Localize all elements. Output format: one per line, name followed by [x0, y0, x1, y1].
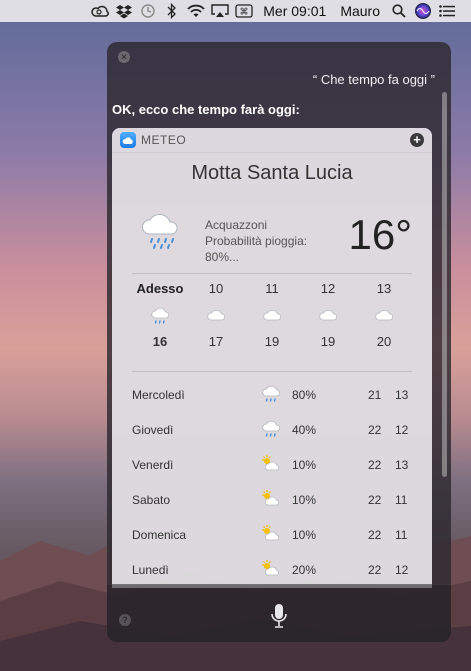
- add-to-notification-center-button[interactable]: +: [410, 133, 424, 147]
- daily-row: Domenica 10% 22 11: [132, 518, 412, 553]
- day-name: Venerdì: [132, 458, 174, 472]
- hour-temp: 17: [208, 334, 224, 349]
- rain-cloud-icon: [132, 306, 188, 326]
- menubar-user[interactable]: Mauro: [333, 0, 387, 22]
- input-source-glyph: ⌘: [240, 8, 249, 18]
- day-name: Lunedì: [132, 563, 169, 577]
- menu-bar: ⌘ Mer 09:01 Mauro: [0, 0, 471, 22]
- current-condition: Acquazzoni: [205, 218, 268, 232]
- bluetooth-icon[interactable]: [160, 0, 184, 22]
- time-machine-icon[interactable]: [136, 0, 160, 22]
- cloud-icon: [244, 306, 300, 326]
- hour-label: 13: [376, 281, 392, 296]
- hour-col: Adesso 16: [132, 281, 188, 349]
- rain-cloud-icon: [261, 419, 281, 442]
- dropbox-icon[interactable]: [112, 0, 136, 22]
- daily-row: Sabato 10% 22 11: [132, 483, 412, 518]
- daily-row: Mercoledì 80% 21 13: [132, 378, 412, 413]
- hour-col: 13 20: [356, 281, 412, 349]
- day-max-temp: 22: [368, 458, 382, 472]
- weather-card[interactable]: METEO + Motta Santa Lucia Acquazzoni Pro…: [112, 128, 432, 588]
- day-rain-chance: 10%: [292, 458, 317, 472]
- divider: [132, 371, 412, 372]
- day-max-temp: 21: [368, 388, 382, 402]
- hour-label: 12: [320, 281, 336, 296]
- microphone-icon[interactable]: [270, 603, 288, 634]
- current-rain-value: 80%...: [205, 250, 240, 264]
- partly-cloudy-icon: [261, 454, 281, 477]
- help-icon[interactable]: ?: [119, 614, 131, 626]
- day-max-temp: 22: [368, 493, 382, 507]
- day-rain-chance: 80%: [292, 388, 317, 402]
- weather-card-header: METEO +: [112, 128, 432, 153]
- day-rain-chance: 20%: [292, 563, 317, 577]
- city-name: Motta Santa Lucia: [191, 162, 353, 184]
- day-name: Sabato: [132, 493, 171, 507]
- hour-label: 11: [265, 281, 279, 296]
- day-max-temp: 22: [368, 563, 382, 577]
- day-rain-chance: 10%: [292, 528, 317, 542]
- current-rain-label: Probabilità pioggia:: [205, 234, 308, 248]
- day-max-temp: 22: [368, 528, 382, 542]
- creative-cloud-icon[interactable]: [88, 0, 112, 22]
- daily-row: Giovedì 40% 22 12: [132, 413, 412, 448]
- siri-bottom-bar: ?: [107, 584, 451, 642]
- scrollbar[interactable]: [442, 92, 447, 477]
- siri-query[interactable]: “ Che tempo fa oggi ”: [313, 72, 435, 87]
- day-rain-chance: 10%: [292, 493, 317, 507]
- cloud-icon: [188, 306, 244, 326]
- hour-temp: 19: [320, 334, 336, 349]
- day-rain-chance: 40%: [292, 423, 317, 437]
- siri-panel: ✕ “ Che tempo fa oggi ” OK, ecco che tem…: [107, 42, 451, 642]
- day-max-temp: 22: [368, 423, 382, 437]
- cloud-icon: [356, 306, 412, 326]
- hour-label: 10: [208, 281, 224, 296]
- day-min-temp: 13: [395, 388, 409, 402]
- rain-cloud-icon: [140, 209, 182, 258]
- daily-forecast: Mercoledì 80% 21 13 Giovedì 40% 22 12 Ve…: [132, 378, 412, 588]
- day-min-temp: 12: [395, 423, 409, 437]
- day-name: Mercoledì: [132, 388, 185, 402]
- divider: [132, 273, 412, 274]
- hour-col: 10 17: [188, 281, 244, 349]
- hour-col: 11 19: [244, 281, 300, 349]
- weather-app-name: METEO: [141, 133, 187, 147]
- input-source-icon[interactable]: ⌘: [232, 0, 256, 22]
- day-name: Domenica: [132, 528, 187, 542]
- partly-cloudy-icon: [261, 559, 281, 582]
- rain-cloud-icon: [261, 384, 281, 407]
- day-min-temp: 11: [395, 528, 408, 542]
- siri-answer: OK, ecco che tempo farà oggi:: [112, 102, 300, 117]
- search-icon[interactable]: [387, 0, 411, 22]
- daily-row: Venerdì 10% 22 13: [132, 448, 412, 483]
- day-min-temp: 11: [395, 493, 408, 507]
- hour-temp: 20: [376, 334, 392, 349]
- notification-center-icon[interactable]: [435, 0, 459, 22]
- partly-cloudy-icon: [261, 524, 281, 547]
- hour-temp: 19: [264, 334, 280, 349]
- day-min-temp: 13: [395, 458, 409, 472]
- airplay-icon[interactable]: [208, 0, 232, 22]
- close-icon[interactable]: ✕: [118, 51, 130, 63]
- cloud-icon: [300, 306, 356, 326]
- weather-app-icon: [120, 132, 136, 148]
- hour-label: Adesso: [136, 281, 184, 296]
- current-conditions: Acquazzoni Probabilità pioggia: 80%... 1…: [112, 185, 432, 275]
- daily-row: Lunedì 20% 22 12: [132, 553, 412, 588]
- wifi-icon[interactable]: [184, 0, 208, 22]
- hour-temp: 16: [152, 334, 168, 349]
- partly-cloudy-icon: [261, 489, 281, 512]
- day-min-temp: 12: [395, 563, 409, 577]
- current-description: Acquazzoni Probabilità pioggia: 80%...: [205, 217, 325, 265]
- day-name: Giovedì: [132, 423, 174, 437]
- siri-icon[interactable]: [411, 0, 435, 22]
- menubar-clock[interactable]: Mer 09:01: [256, 0, 333, 22]
- hour-col: 12 19: [300, 281, 356, 349]
- current-temperature: 16°: [348, 211, 412, 258]
